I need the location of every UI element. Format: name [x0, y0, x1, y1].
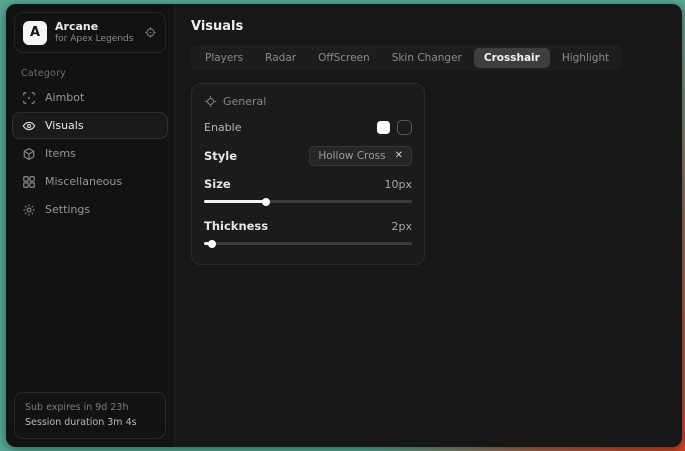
tab-bar: Players Radar OffScreen Skin Changer Cro… [191, 45, 623, 71]
crosshair-icon [204, 95, 217, 108]
page-title: Visuals [191, 19, 666, 34]
target-icon [144, 26, 157, 39]
slider-fill [204, 200, 266, 203]
thickness-slider[interactable] [204, 239, 412, 248]
app-subtitle: for Apex Legends [55, 34, 133, 45]
tab-players[interactable]: Players [195, 48, 253, 68]
enable-controls [377, 120, 412, 135]
style-label: Style [204, 149, 237, 163]
thickness-row: Thickness 2px [204, 219, 412, 248]
style-chip[interactable]: Hollow Cross ✕ [309, 146, 412, 166]
gear-icon [22, 203, 36, 217]
size-label: Size [204, 177, 231, 191]
thickness-label-row: Thickness 2px [204, 219, 412, 233]
size-value: 10px [385, 178, 413, 191]
tab-highlight[interactable]: Highlight [552, 48, 619, 68]
sidebar-item-visuals[interactable]: Visuals [12, 112, 168, 139]
sidebar-item-miscellaneous[interactable]: Miscellaneous [12, 168, 168, 195]
enable-label: Enable [204, 121, 241, 134]
logo-card: A Arcane for Apex Legends [14, 12, 166, 53]
panel-header: General [204, 95, 412, 108]
subscription-card: Sub expires in 9d 23h Session duration 3… [14, 392, 166, 439]
general-panel: General Enable Style Hollow Cross ✕ Size [191, 83, 425, 265]
thickness-value: 2px [392, 220, 413, 233]
enable-row: Enable [204, 120, 412, 135]
grid-icon [22, 175, 36, 189]
slider-track [204, 242, 412, 245]
tab-offscreen[interactable]: OffScreen [308, 48, 380, 68]
main-content: Visuals Players Radar OffScreen Skin Cha… [175, 4, 682, 447]
size-row: Size 10px [204, 177, 412, 206]
session-duration-text: Session duration 3m 4s [25, 415, 155, 431]
tab-crosshair[interactable]: Crosshair [474, 48, 550, 68]
sidebar-item-aimbot[interactable]: Aimbot [12, 84, 168, 111]
cube-icon [22, 147, 36, 161]
sidebar-item-label: Visuals [45, 119, 84, 132]
size-slider[interactable] [204, 197, 412, 206]
app-name: Arcane [55, 20, 133, 34]
enable-checkbox[interactable] [397, 120, 412, 135]
sidebar-item-label: Miscellaneous [45, 175, 122, 188]
sidebar-item-label: Settings [45, 203, 90, 216]
sidebar-item-label: Items [45, 147, 76, 160]
tab-skin-changer[interactable]: Skin Changer [382, 48, 472, 68]
color-swatch[interactable] [377, 121, 390, 134]
app-logo: A [23, 21, 47, 45]
sub-expires-text: Sub expires in 9d 23h [25, 400, 155, 416]
slider-thumb[interactable] [262, 198, 270, 206]
close-icon[interactable]: ✕ [395, 151, 403, 161]
tab-radar[interactable]: Radar [255, 48, 306, 68]
thickness-label: Thickness [204, 219, 268, 233]
aimbot-scan-icon [22, 91, 36, 105]
panel-header-label: General [223, 95, 266, 108]
category-label: Category [21, 68, 174, 79]
sidebar-nav: Aimbot Visuals Items [6, 84, 174, 223]
app-window: A Arcane for Apex Legends Category [6, 4, 682, 447]
sidebar: A Arcane for Apex Legends Category [6, 4, 175, 447]
style-row: Style Hollow Cross ✕ [204, 146, 412, 166]
slider-thumb[interactable] [208, 240, 216, 248]
sidebar-item-items[interactable]: Items [12, 140, 168, 167]
eye-icon [22, 119, 36, 133]
size-label-row: Size 10px [204, 177, 412, 191]
app-title-block: Arcane for Apex Legends [55, 20, 133, 45]
sidebar-item-label: Aimbot [45, 91, 84, 104]
style-value: Hollow Cross [318, 150, 385, 162]
sidebar-item-settings[interactable]: Settings [12, 196, 168, 223]
